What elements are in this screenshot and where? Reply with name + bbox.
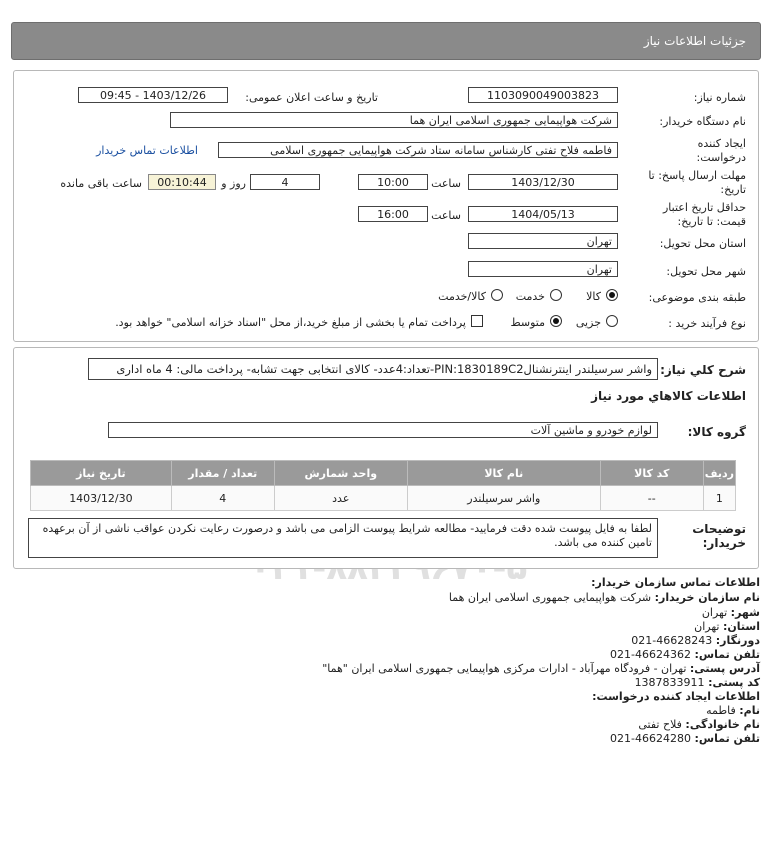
- page-title: جزئیات اطلاعات نیاز: [643, 34, 746, 48]
- col-unit: واحد شمارش: [273, 460, 408, 486]
- process-option-minor: جزیی: [575, 316, 601, 329]
- description-field: واشر سرسیلندر اینترنشنالPIN:1830189C2-تع…: [88, 358, 658, 380]
- creator-info-title: اطلاعات ایجاد کننده درخواست:: [592, 690, 760, 703]
- contact-title: اطلاعات تماس سازمان خریدار:: [591, 576, 760, 589]
- process-radio-minor[interactable]: [606, 315, 618, 327]
- category-option-goods-service: کالا/خدمت: [438, 290, 486, 303]
- col-row: ردیف: [702, 460, 737, 486]
- announce-field: 1403/12/26 - 09:45: [78, 87, 228, 103]
- buyer-org-label: نام دستگاه خریدار:: [659, 115, 746, 128]
- validity-date-field: 1404/05/13: [468, 206, 618, 222]
- goods-section-title: اطلاعات کالاهاي مورد نياز: [591, 389, 746, 403]
- category-label: طبقه بندی موضوعی:: [648, 291, 746, 304]
- payment-note: پرداخت تمام یا بخشی از مبلغ خرید،از محل …: [115, 316, 466, 329]
- days-label: روز و: [221, 177, 246, 190]
- goods-group-label: گروه کالا:: [687, 425, 746, 439]
- postal-label: کد پستی:: [708, 676, 760, 689]
- fax-value: 46628243-021: [631, 634, 713, 647]
- name-value: فاطمه: [706, 704, 736, 717]
- remaining-time-field: 00:10:44: [148, 174, 216, 190]
- fax-label: دورنگار:: [715, 634, 760, 647]
- col-code: کد کالا: [599, 460, 704, 486]
- col-qty: تعداد / مقدار: [170, 460, 275, 486]
- category-radio-service[interactable]: [550, 289, 562, 301]
- org-label: نام سازمان خریدار:: [654, 591, 760, 604]
- validity-time-field: 16:00: [358, 206, 428, 222]
- buyer-notes-text: لطفا به فایل پیوست شده دقت فرمایید- مطال…: [42, 522, 652, 549]
- goods-group-field: لوازم خودرو و ماشین آلات: [108, 422, 658, 438]
- need-details-panel: شرح کلي نياز: واشر سرسیلندر اینترنشنالPI…: [13, 347, 759, 569]
- postal-value: 1387833911: [634, 676, 705, 689]
- creator-field: فاطمه فلاح تفتی کارشناس سامانه ستاد شرکت…: [218, 142, 618, 158]
- category-option-service: خدمت: [515, 290, 545, 303]
- reply-deadline-label: مهلت ارسال پاسخ: تا تاریخ:: [648, 169, 746, 196]
- family-label: نام خانوادگی:: [685, 718, 760, 731]
- family-value: فلاح تفتی: [638, 718, 682, 731]
- cell-row: 1: [702, 485, 737, 511]
- goods-table: ردیف کد کالا نام کالا واحد شمارش تعداد /…: [30, 460, 737, 511]
- phone-label: تلفن تماس:: [694, 648, 760, 661]
- reply-date-field: 1403/12/30: [468, 174, 618, 190]
- creator-label: ایجاد کننده درخواست:: [696, 137, 746, 164]
- reply-time-field: 10:00: [358, 174, 428, 190]
- cell-name: واشر سرسیلندر: [406, 485, 601, 511]
- province-field: تهران: [468, 233, 618, 249]
- validity-time-label: ساعت: [431, 209, 461, 222]
- cell-code: --: [599, 485, 704, 511]
- page-header: جزئیات اطلاعات نیاز: [11, 22, 761, 60]
- contact-province-value: تهران: [694, 620, 720, 633]
- contact-city-value: تهران: [701, 606, 728, 619]
- category-radio-goods[interactable]: [606, 289, 618, 301]
- cell-date: 1403/12/30: [30, 485, 172, 511]
- process-option-medium: متوسط: [510, 316, 545, 329]
- creator-phone-label: تلفن تماس:: [694, 732, 760, 745]
- need-number-field: 1103090049003823: [468, 87, 618, 103]
- city-field: تهران: [468, 261, 618, 277]
- phone-value: 46624362-021: [610, 648, 692, 661]
- description-label: شرح کلي نياز:: [660, 363, 746, 377]
- days-field: 4: [250, 174, 320, 190]
- cell-unit: عدد: [273, 485, 408, 511]
- table-row: 1 -- واشر سرسیلندر عدد 4 1403/12/30: [30, 485, 737, 511]
- need-info-panel: شماره نیاز: 1103090049003823 تاریخ و ساع…: [13, 70, 759, 342]
- org-value: شرکت هواپیمایی جمهوری اسلامی ایران هما: [448, 591, 652, 604]
- name-label: نام:: [739, 704, 760, 717]
- validity-label: حداقل تاریخ اعتبار قیمت: تا تاریخ:: [662, 201, 746, 228]
- category-radio-goods-service[interactable]: [491, 289, 503, 301]
- address-value: تهران - فرودگاه مهرآباد - ادارات مرکزی ه…: [322, 662, 687, 675]
- need-number-label: شماره نیاز:: [693, 91, 746, 104]
- col-date: تاریخ نیاز: [30, 460, 172, 486]
- remaining-label: ساعت باقی مانده: [60, 177, 142, 190]
- payment-checkbox[interactable]: [471, 315, 483, 327]
- buyer-notes-field: لطفا به فایل پیوست شده دقت فرمایید- مطال…: [28, 518, 658, 558]
- reply-time-label: ساعت: [431, 177, 461, 190]
- creator-phone-value: 46624280-021: [610, 732, 692, 745]
- buyer-contact-link[interactable]: اطلاعات تماس خریدار: [96, 144, 198, 157]
- province-label: استان محل تحویل:: [659, 237, 746, 250]
- contact-city-label: شهر:: [730, 606, 760, 619]
- process-label: نوع فرآیند خرید :: [668, 317, 746, 330]
- buyer-org-field: شرکت هواپیمایی جمهوری اسلامی ایران هما: [170, 112, 618, 128]
- announce-label: تاریخ و ساعت اعلان عمومی:: [245, 91, 378, 104]
- contact-province-label: استان:: [723, 620, 760, 633]
- process-radio-medium[interactable]: [550, 315, 562, 327]
- address-label: آدرس پستی:: [689, 662, 760, 675]
- goods-table-header: ردیف کد کالا نام کالا واحد شمارش تعداد /…: [30, 460, 737, 486]
- cell-qty: 4: [170, 485, 275, 511]
- city-label: شهر محل تحویل:: [666, 265, 746, 278]
- col-name: نام کالا: [406, 460, 601, 486]
- category-option-goods: کالا: [586, 290, 601, 303]
- buyer-notes-label: توضیحات خریدار:: [692, 522, 746, 550]
